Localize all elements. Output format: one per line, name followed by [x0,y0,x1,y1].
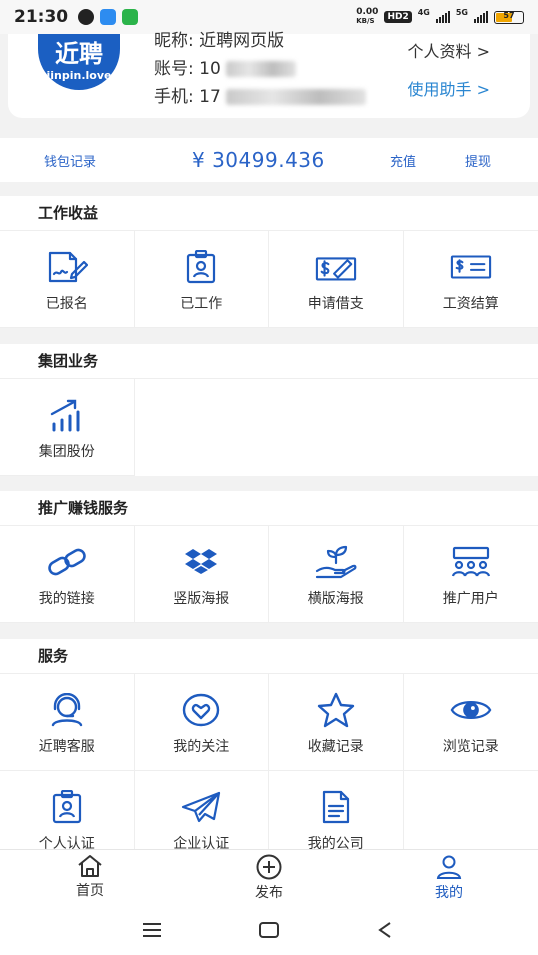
logo-text: 近聘 [55,40,103,68]
grid-item-favorites[interactable]: 收藏记录 [269,674,404,771]
grid-item-my-follow[interactable]: 我的关注 [134,674,269,771]
hand-plant-icon [315,544,357,580]
eye-icon [450,692,492,728]
grid-item-promo-users[interactable]: 推广用户 [403,526,538,623]
grid-item-worked[interactable]: 已工作 [134,231,269,328]
headset-icon [46,692,88,728]
grid-item-advance[interactable]: 申请借支 [269,231,404,328]
menu-icon[interactable] [142,923,162,937]
dropbox-icon [180,544,222,580]
profile-card: 近聘 jinpin.love 昵称: 近聘网页版 账号: 10 手机: 17 个… [8,31,530,118]
section-title: 工作收益 [0,196,538,231]
document-sign-icon [46,249,88,285]
growth-chart-icon [46,397,88,433]
id-badge-icon [180,249,222,285]
tab-mine[interactable]: 我的 [399,854,499,902]
net2-label: 5G [455,8,468,17]
user-icon [436,855,462,879]
heart-circle-icon [180,692,222,728]
section-promotion: 推广赚钱服务 我的链接 竖版海报 横版海报 推广用户 [0,491,538,623]
grid-item-customer-service[interactable]: 近聘客服 [0,674,135,771]
status-time: 21:30 [14,7,69,27]
logo-domain: jinpin.love [46,69,112,82]
wallet-records-link[interactable]: 钱包记录 [44,151,96,170]
grid-item-browse-history[interactable]: 浏览记录 [403,674,538,771]
profile-phone: 手机: 17 [154,82,367,107]
qq-app-icon [78,9,95,25]
network-speed: 0.00 KB/S [356,7,379,26]
tab-publish[interactable]: 发布 [219,854,319,902]
grid-item-registered[interactable]: 已报名 [0,231,135,328]
grid-item-my-link[interactable]: 我的链接 [0,526,135,623]
withdraw-button[interactable]: 提现 [465,151,491,170]
account-masked [226,61,297,77]
personal-info-link[interactable]: 个人资料 > [408,38,491,62]
document-icon [315,789,357,825]
wallet-bar: 钱包记录 ¥ 30499.436 充值 提现 [0,138,538,182]
profile-account: 账号: 10 [154,54,297,79]
hd-badge: HD2 [384,11,412,23]
grid-item-horizontal-poster[interactable]: 横版海报 [269,526,404,623]
app-logo: 近聘 jinpin.love [38,34,120,90]
section-title: 集团业务 [0,344,538,379]
section-group-business: 集团业务 集团股份 [0,344,538,476]
section-services: 服务 近聘客服 我的关注 收藏记录 浏览记录 个人认证 企业认证 我的公司 [0,639,538,868]
group-users-icon [450,544,492,580]
check-money-icon [315,249,357,285]
back-icon[interactable] [378,922,392,938]
grid-item-group-shares[interactable]: 集团股份 [0,379,135,476]
add-circle-icon [256,854,282,880]
cheque-icon [450,249,492,285]
home-icon [78,855,102,877]
wechat-app-icon [122,9,139,25]
section-title: 服务 [0,639,538,674]
bottom-tab-bar: 首页 发布 我的 [0,849,538,906]
message-app-icon [100,9,117,25]
phone-masked [226,89,367,105]
tab-home[interactable]: 首页 [40,854,140,900]
id-card-icon [46,789,88,825]
profile-nickname: 昵称: 近聘网页版 [154,31,285,51]
home-button-icon[interactable] [259,922,279,938]
section-work-income: 工作收益 已报名 已工作 申请借支 工资结算 [0,196,538,328]
signal-icon [435,11,450,23]
paper-plane-icon [180,789,222,825]
wallet-balance: ¥ 30499.436 [192,148,325,172]
star-icon [315,692,357,728]
recharge-button[interactable]: 充值 [390,151,416,170]
system-nav-bar [0,905,538,955]
grid-item-vertical-poster[interactable]: 竖版海报 [134,526,269,623]
link-icon [46,544,88,580]
battery-icon: 57 [494,10,524,24]
signal-icon-2 [474,11,488,23]
net1-label: 4G [417,8,430,17]
help-link[interactable]: 使用助手 > [408,76,491,100]
grid-item-salary[interactable]: 工资结算 [403,231,538,328]
section-title: 推广赚钱服务 [0,491,538,526]
